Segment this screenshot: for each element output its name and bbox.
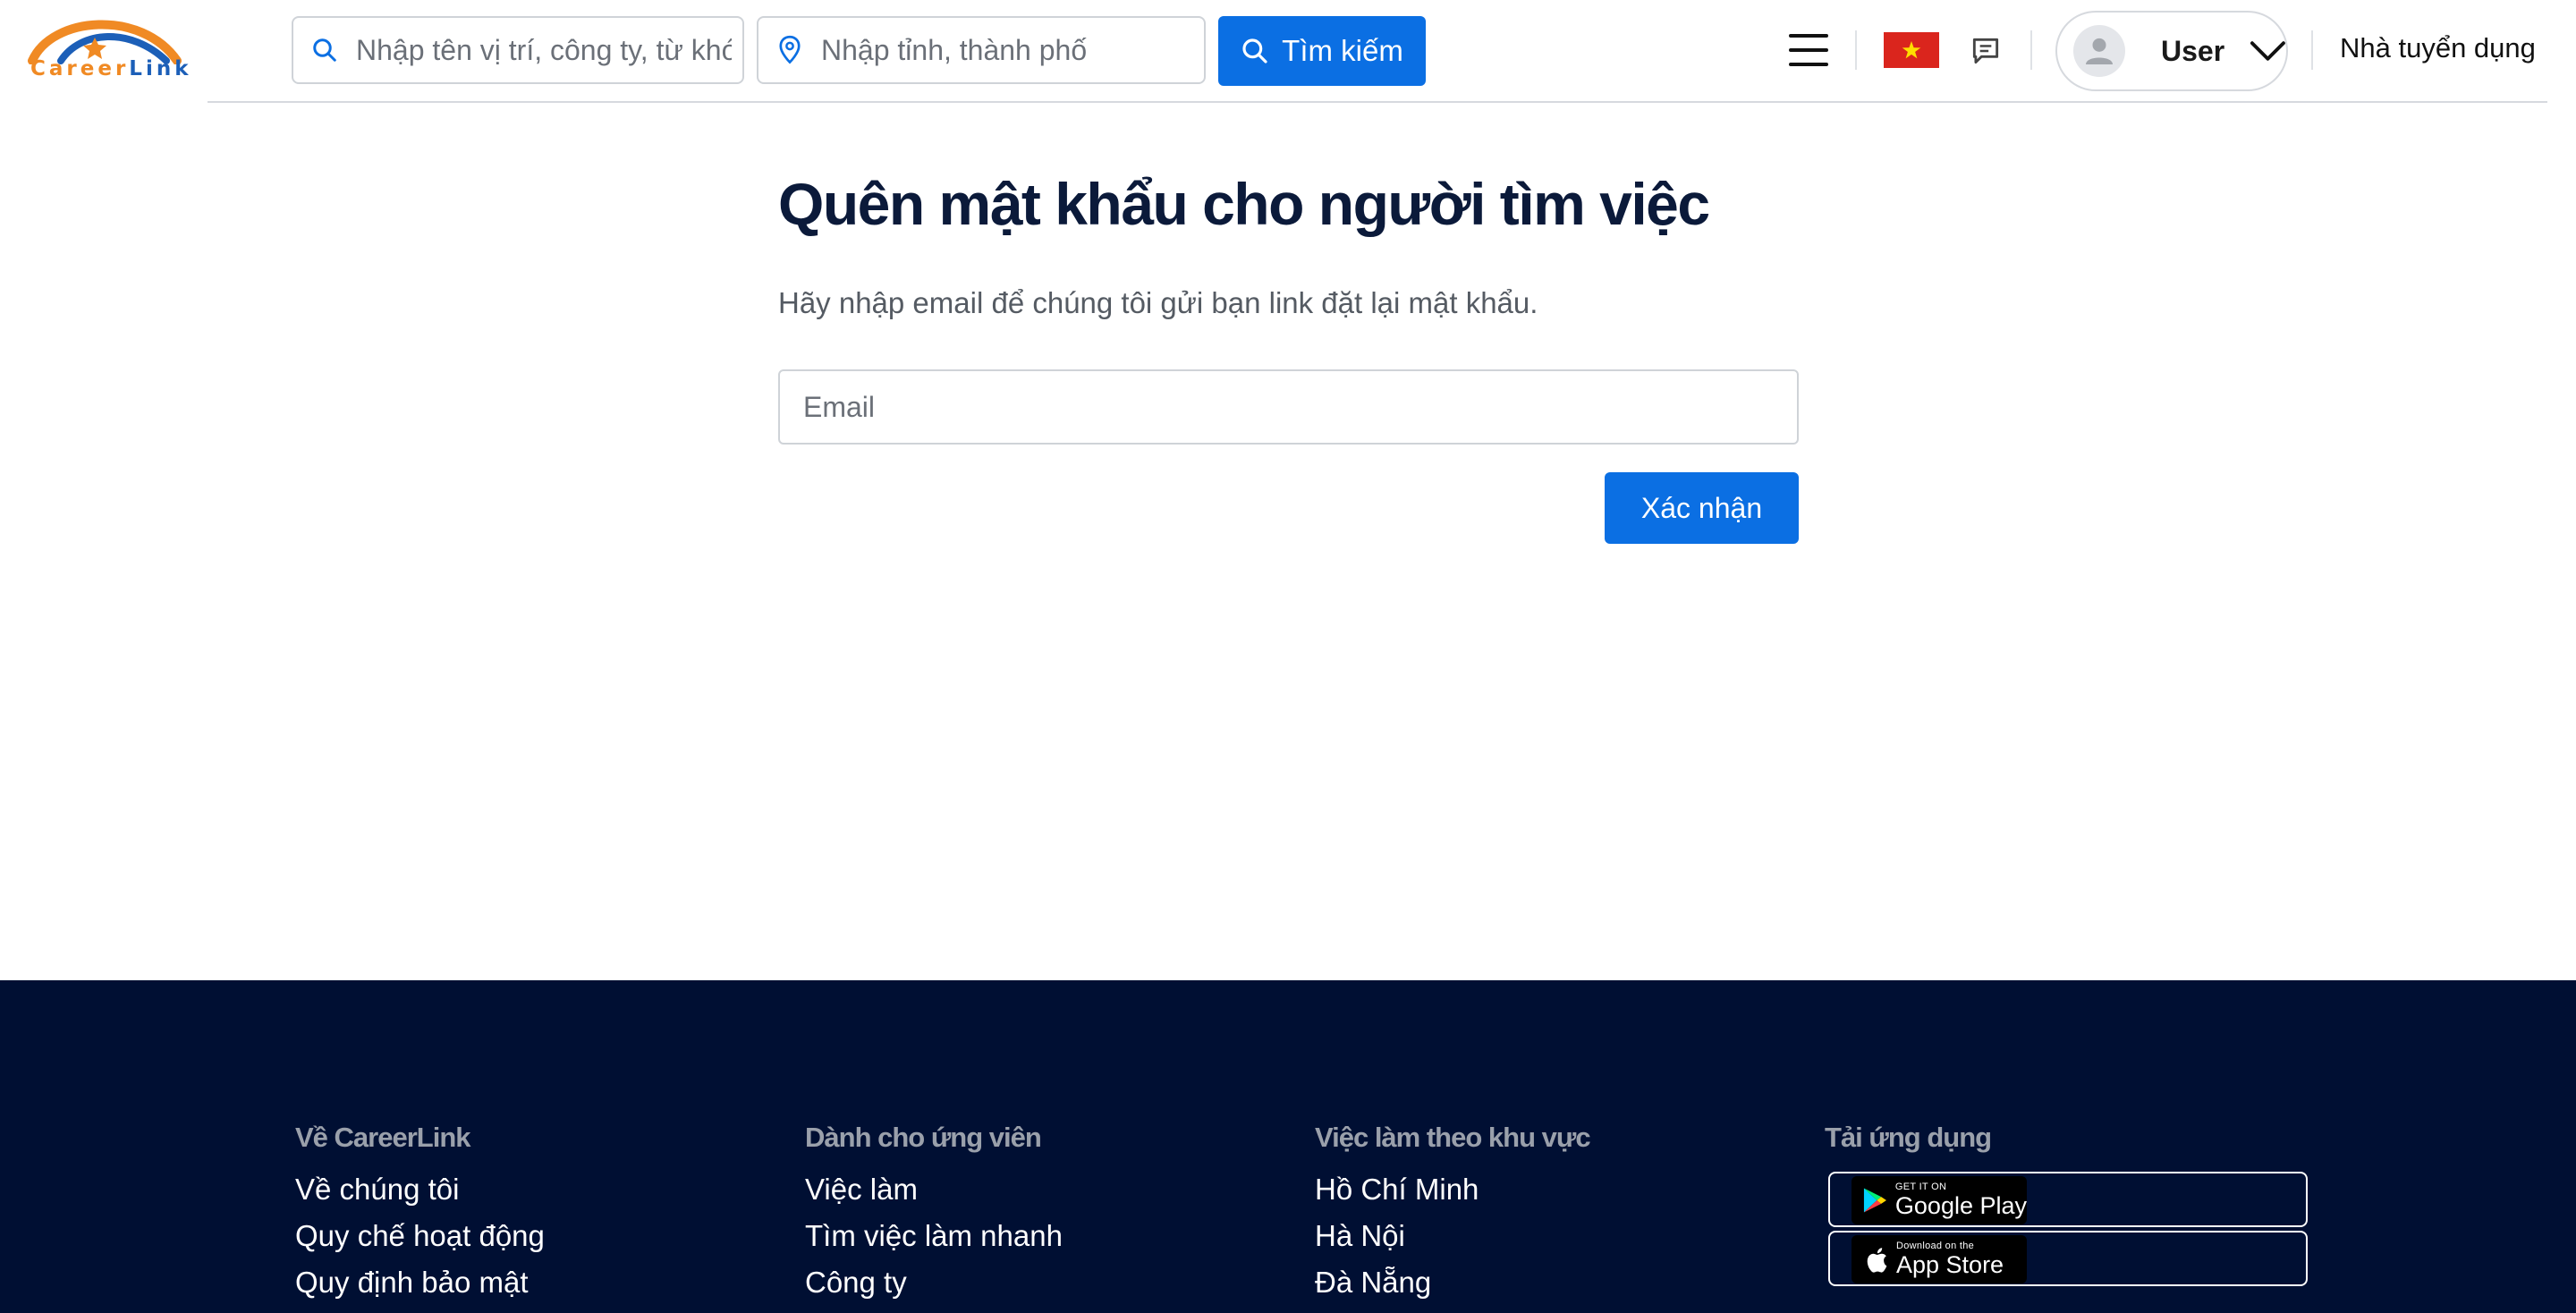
footer-link[interactable]: Quy chế hoạt động (295, 1218, 545, 1254)
google-play-small-text: GET IT ON (1894, 1182, 1947, 1192)
careerlink-logo[interactable]: CareerLink (25, 11, 189, 86)
app-store-badge: Download on the App Store (1852, 1235, 2027, 1283)
hamburger-menu-icon[interactable] (1789, 34, 1828, 66)
search-button-label: Tìm kiếm (1282, 34, 1403, 67)
divider (2311, 30, 2313, 70)
chevron-down-icon (2250, 41, 2286, 61)
search-icon (1242, 38, 1267, 64)
submit-button[interactable]: Xác nhận (1605, 472, 1799, 544)
employer-link[interactable]: Nhà tuyển dụng (2340, 32, 2536, 64)
footer-link[interactable]: Việc làm (805, 1172, 1063, 1207)
page-title: Quên mật khẩu cho người tìm việc (778, 171, 1710, 237)
location-search-box (757, 16, 1206, 84)
search-icon (293, 18, 356, 82)
google-play-button[interactable]: GET IT ON Google Play (1828, 1172, 2308, 1227)
app-store-small-text: Download on the (1896, 1241, 1975, 1251)
vn-flag-icon[interactable] (1884, 32, 1939, 68)
user-menu-button[interactable]: User (2055, 11, 2288, 91)
footer-link[interactable]: Hồ Chí Minh (1315, 1172, 1590, 1207)
avatar (2073, 25, 2125, 77)
email-field[interactable] (778, 369, 1799, 445)
location-search-input[interactable] (821, 18, 1204, 82)
footer-link[interactable]: Công ty (805, 1265, 1063, 1300)
logo-part-1: Career (30, 57, 130, 80)
page-subtitle: Hãy nhập email để chúng tôi gửi bạn link… (778, 286, 1538, 319)
site-footer: Về CareerLink Về chúng tôi Quy chế hoạt … (0, 980, 2576, 1313)
divider (1855, 30, 1857, 70)
footer-column-regions: Việc làm theo khu vực Hồ Chí Minh Hà Nội… (1315, 1122, 1591, 1300)
footer-heading: Dành cho ứng viên (805, 1122, 1042, 1153)
apple-icon (1867, 1248, 1887, 1273)
site-header: CareerLink Tìm kiếm User Nhà tuyển (0, 0, 2576, 102)
google-play-badge: GET IT ON Google Play (1852, 1176, 2027, 1224)
search-button[interactable]: Tìm kiếm (1218, 16, 1426, 86)
footer-link[interactable]: Quy định bảo mật (295, 1265, 545, 1300)
footer-column-candidates: Dành cho ứng viên Việc làm Tìm việc làm … (805, 1122, 1063, 1300)
user-name: User (2161, 34, 2225, 67)
footer-heading: Tải ứng dụng (1825, 1122, 1992, 1153)
keyword-search-box (292, 16, 744, 84)
footer-link[interactable]: Hà Nội (1315, 1218, 1590, 1254)
chat-message-icon[interactable] (1968, 34, 2004, 68)
keyword-search-input[interactable] (356, 18, 742, 82)
footer-link[interactable]: Về chúng tôi (295, 1172, 545, 1207)
divider (2030, 30, 2032, 70)
footer-column-apps: Tải ứng dụng (1825, 1122, 1992, 1161)
app-store-button[interactable]: Download on the App Store (1828, 1231, 2308, 1286)
logo-arc-icon (28, 20, 182, 65)
footer-link[interactable]: Tìm việc làm nhanh (805, 1218, 1063, 1254)
footer-column-about: Về CareerLink Về chúng tôi Quy chế hoạt … (295, 1122, 545, 1300)
logo-wordmark: CareerLink (30, 57, 192, 80)
header-divider (208, 101, 2547, 103)
footer-link[interactable]: Đà Nẵng (1315, 1265, 1590, 1300)
location-pin-icon (758, 18, 821, 82)
google-play-icon (1863, 1188, 1886, 1213)
app-store-text: App Store (1896, 1251, 2004, 1278)
footer-heading: Về CareerLink (295, 1122, 470, 1153)
google-play-text: Google Play (1894, 1192, 2027, 1219)
footer-heading: Việc làm theo khu vực (1315, 1122, 1591, 1153)
logo-part-2: Link (129, 57, 192, 80)
user-avatar-icon (2086, 38, 2113, 64)
